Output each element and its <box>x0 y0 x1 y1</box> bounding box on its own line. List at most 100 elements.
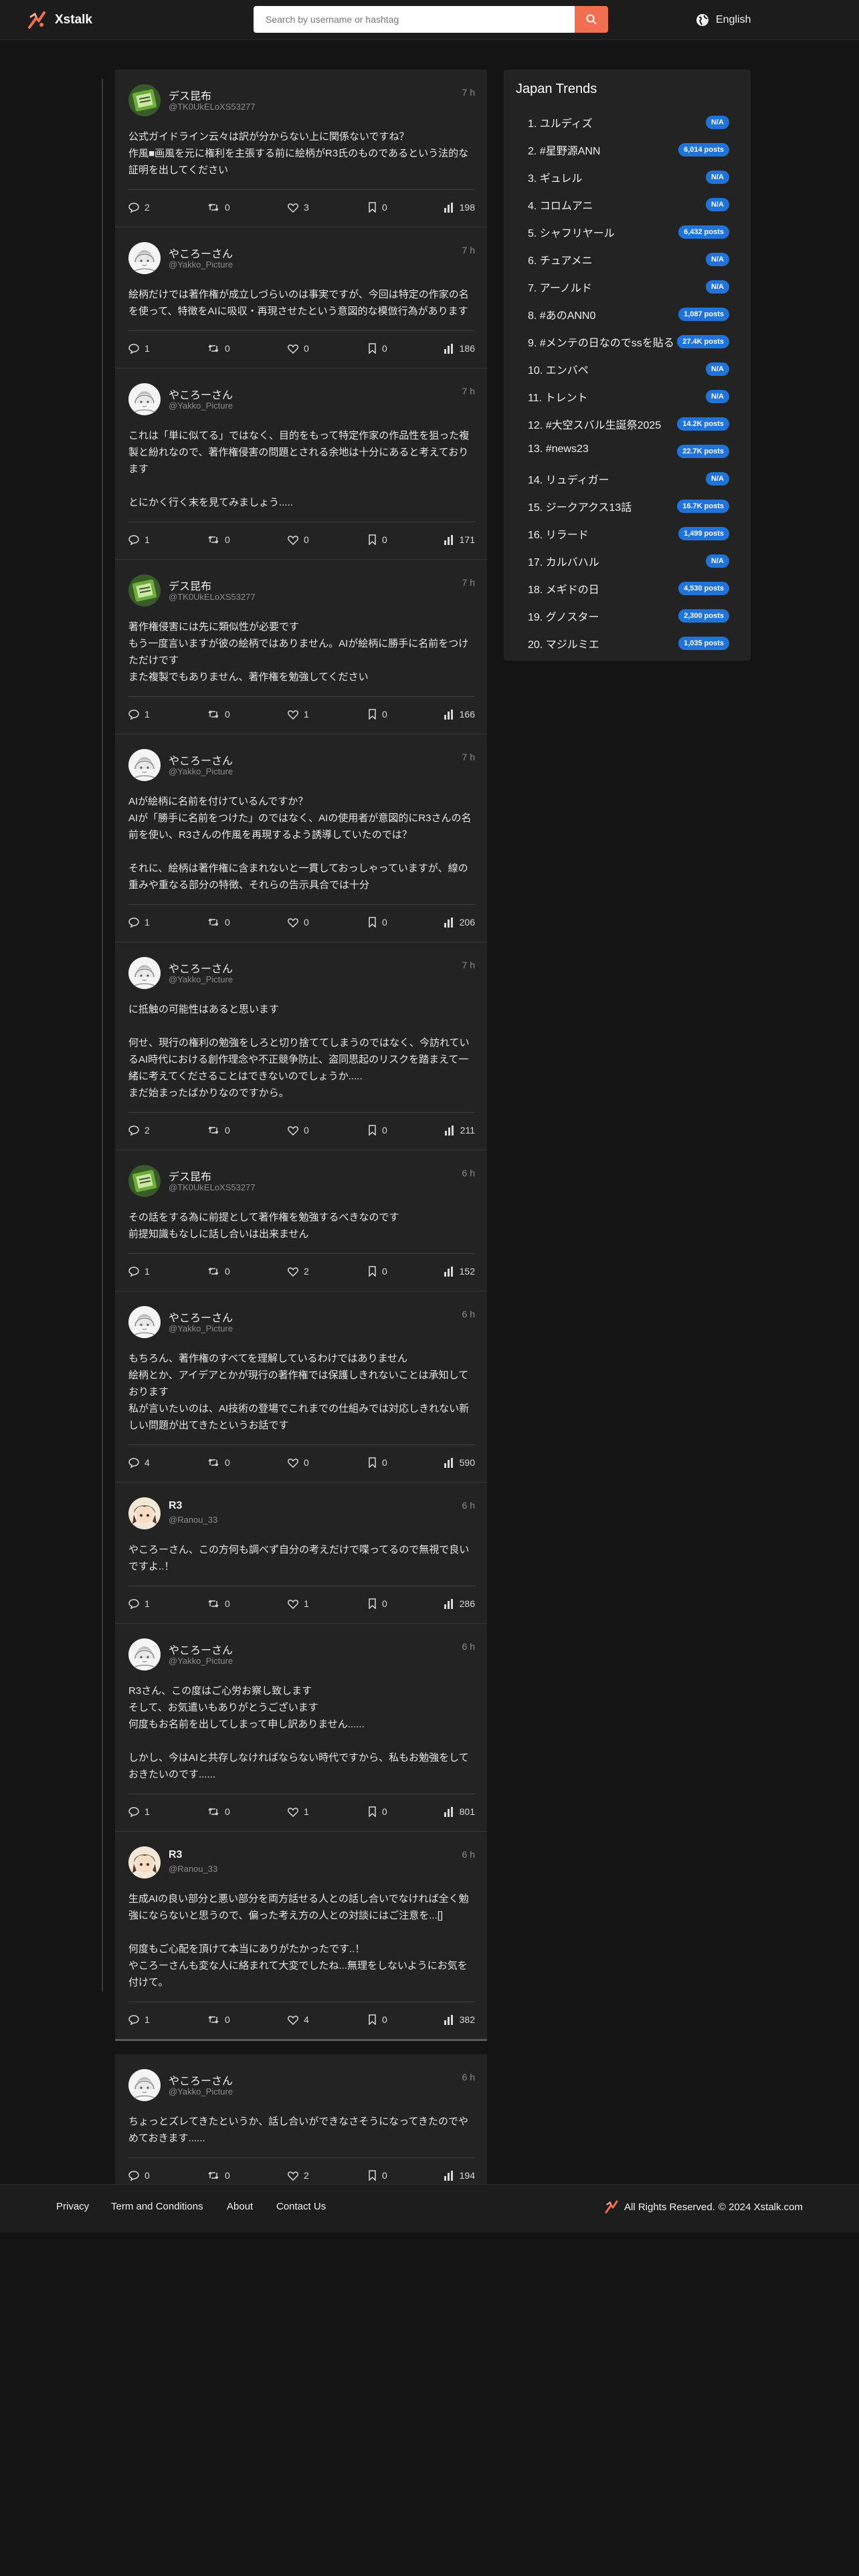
search-button[interactable] <box>575 6 608 33</box>
like-button[interactable]: 1 <box>288 709 309 720</box>
views-button[interactable]: 382 <box>444 2014 475 2025</box>
post-author-name[interactable]: やころーさん <box>169 1641 233 1657</box>
trend-item[interactable]: 7. アーノルド N/A <box>516 273 739 300</box>
brand-logo[interactable]: Xstalk <box>27 9 92 31</box>
avatar[interactable] <box>128 383 161 415</box>
avatar[interactable] <box>128 1306 161 1338</box>
views-button[interactable]: 590 <box>444 1457 475 1468</box>
repost-button[interactable]: 0 <box>207 343 230 354</box>
post-author-name[interactable]: R3 <box>169 1849 182 1861</box>
like-button[interactable]: 1 <box>288 1598 309 1609</box>
avatar[interactable] <box>128 574 161 607</box>
repost-button[interactable]: 0 <box>207 1266 230 1277</box>
reply-button[interactable]: 1 <box>128 2014 150 2025</box>
like-button[interactable]: 2 <box>288 2170 309 2181</box>
bookmark-button[interactable]: 0 <box>368 2014 387 2025</box>
post-card[interactable]: やころーさん @Yakko_Picture 7 h これは「単に似てる」ではなく… <box>115 368 487 560</box>
bookmark-button[interactable]: 0 <box>368 1598 387 1609</box>
bookmark-button[interactable]: 0 <box>368 1457 387 1468</box>
views-button[interactable]: 171 <box>444 534 475 545</box>
repost-button[interactable]: 0 <box>207 202 230 213</box>
trend-item[interactable]: 5. シャフリヤール 6,432 posts <box>516 218 739 245</box>
trend-item[interactable]: 9. #メンテの日なのでssを貼る 27.4K posts <box>516 328 739 355</box>
reply-button[interactable]: 2 <box>128 202 150 213</box>
post-author-name[interactable]: デス昆布 <box>169 1168 211 1184</box>
post-card[interactable]: R3 @Ranou_33 6 h 生成AIの良い部分と悪い部分を両方話せる人との… <box>115 1832 487 2041</box>
reply-button[interactable]: 0 <box>128 2170 150 2181</box>
post-author-handle[interactable]: @Yakko_Picture <box>169 974 233 984</box>
like-button[interactable]: 0 <box>288 917 309 928</box>
post-card[interactable]: やころーさん @Yakko_Picture 7 h に抵触の可能性はあると思いま… <box>115 942 487 1150</box>
like-button[interactable]: 2 <box>288 1266 309 1277</box>
reply-button[interactable]: 4 <box>128 1457 150 1468</box>
reply-button[interactable]: 1 <box>128 343 150 354</box>
post-author-handle[interactable]: @Yakko_Picture <box>169 1323 233 1333</box>
avatar[interactable] <box>128 1638 161 1671</box>
footer-link-about[interactable]: About <box>227 2201 253 2212</box>
trend-item[interactable]: 4. コロムアニ N/A <box>516 191 739 218</box>
repost-button[interactable]: 0 <box>207 534 230 545</box>
footer-link-contact[interactable]: Contact Us <box>276 2201 326 2212</box>
trend-item[interactable]: 11. トレント N/A <box>516 383 739 410</box>
post-author-name[interactable]: やころーさん <box>169 2072 233 2088</box>
post-author-name[interactable]: やころーさん <box>169 245 233 261</box>
repost-button[interactable]: 0 <box>207 1457 230 1468</box>
post-card[interactable]: やころーさん @Yakko_Picture 7 h AIが絵柄に名前を付けている… <box>115 734 487 942</box>
views-button[interactable]: 152 <box>444 1266 475 1277</box>
avatar[interactable] <box>128 84 161 116</box>
trend-item[interactable]: 6. チュアメニ N/A <box>516 245 739 273</box>
reply-button[interactable]: 1 <box>128 534 150 545</box>
post-card[interactable]: やころーさん @Yakko_Picture 6 h もちろん、著作権のすべてを理… <box>115 1291 487 1483</box>
trend-item[interactable]: 1. ユルディズ N/A <box>516 108 739 136</box>
avatar[interactable] <box>128 1846 161 1879</box>
trend-item[interactable]: 3. ギュレル N/A <box>516 163 739 191</box>
trend-item[interactable]: 16. リラード 1,499 posts <box>516 520 739 547</box>
post-author-name[interactable]: やころーさん <box>169 752 233 768</box>
footer-link-privacy[interactable]: Privacy <box>56 2201 89 2212</box>
views-button[interactable]: 198 <box>444 202 475 213</box>
reply-button[interactable]: 2 <box>128 1125 150 1136</box>
post-author-handle[interactable]: @Yakko_Picture <box>169 259 233 270</box>
repost-button[interactable]: 0 <box>207 1806 230 1817</box>
repost-button[interactable]: 0 <box>207 2014 230 2025</box>
post-author-name[interactable]: やころーさん <box>169 1309 233 1325</box>
reply-button[interactable]: 1 <box>128 709 150 720</box>
trend-item[interactable]: 2. #星野源ANN 6,014 posts <box>516 136 739 163</box>
post-author-handle[interactable]: @TK0UkELoXS53277 <box>169 592 256 602</box>
search-input[interactable] <box>254 6 575 33</box>
views-button[interactable]: 186 <box>444 343 475 354</box>
reply-button[interactable]: 1 <box>128 917 150 928</box>
post-card[interactable]: デス昆布 @TK0UkELoXS53277 6 h その話をする為に前提として著… <box>115 1150 487 1291</box>
views-button[interactable]: 206 <box>444 917 475 928</box>
views-button[interactable]: 211 <box>444 1125 475 1136</box>
post-author-name[interactable]: R3 <box>169 1500 182 1512</box>
post-author-handle[interactable]: @Yakko_Picture <box>169 1656 233 1666</box>
trend-item[interactable]: 10. エンバペ N/A <box>516 355 739 383</box>
post-author-name[interactable]: やころーさん <box>169 386 233 402</box>
post-author-handle[interactable]: @Yakko_Picture <box>169 401 233 411</box>
trend-item[interactable]: 8. #あのANN0 1,087 posts <box>516 300 739 328</box>
post-card[interactable]: デス昆布 @TK0UkELoXS53277 7 h 公式ガイドライン云々は訳が分… <box>115 70 487 227</box>
bookmark-button[interactable]: 0 <box>368 534 387 545</box>
post-author-name[interactable]: デス昆布 <box>169 577 211 593</box>
avatar[interactable] <box>128 2069 161 2101</box>
post-author-handle[interactable]: @Ranou_33 <box>169 1864 217 1874</box>
trend-item[interactable]: 18. メギドの日 4,530 posts <box>516 574 739 602</box>
bookmark-button[interactable]: 0 <box>368 343 387 354</box>
language-selector[interactable]: English <box>696 10 751 30</box>
trend-item[interactable]: 17. カルバハル N/A <box>516 547 739 574</box>
repost-button[interactable]: 0 <box>207 709 230 720</box>
trend-item[interactable]: 20. マジルミエ 1,035 posts <box>516 629 739 657</box>
footer-link-terms[interactable]: Term and Conditions <box>111 2201 203 2212</box>
post-card[interactable]: やころーさん @Yakko_Picture 6 h R3さん、この度はご心労お察… <box>115 1624 487 1832</box>
bookmark-button[interactable]: 0 <box>368 1806 387 1817</box>
reply-button[interactable]: 1 <box>128 1266 150 1277</box>
post-author-handle[interactable]: @Yakko_Picture <box>169 2086 233 2097</box>
like-button[interactable]: 3 <box>288 202 309 213</box>
trend-item[interactable]: 14. リュディガー N/A <box>516 465 739 492</box>
trend-item[interactable]: 12. #大空スバル生誕祭2025 14.2K posts <box>516 410 739 437</box>
trend-item[interactable]: 15. ジークアクス13話 16.7K posts <box>516 492 739 520</box>
like-button[interactable]: 1 <box>288 1806 309 1817</box>
like-button[interactable]: 0 <box>288 534 309 545</box>
post-author-handle[interactable]: @TK0UkELoXS53277 <box>169 102 256 112</box>
